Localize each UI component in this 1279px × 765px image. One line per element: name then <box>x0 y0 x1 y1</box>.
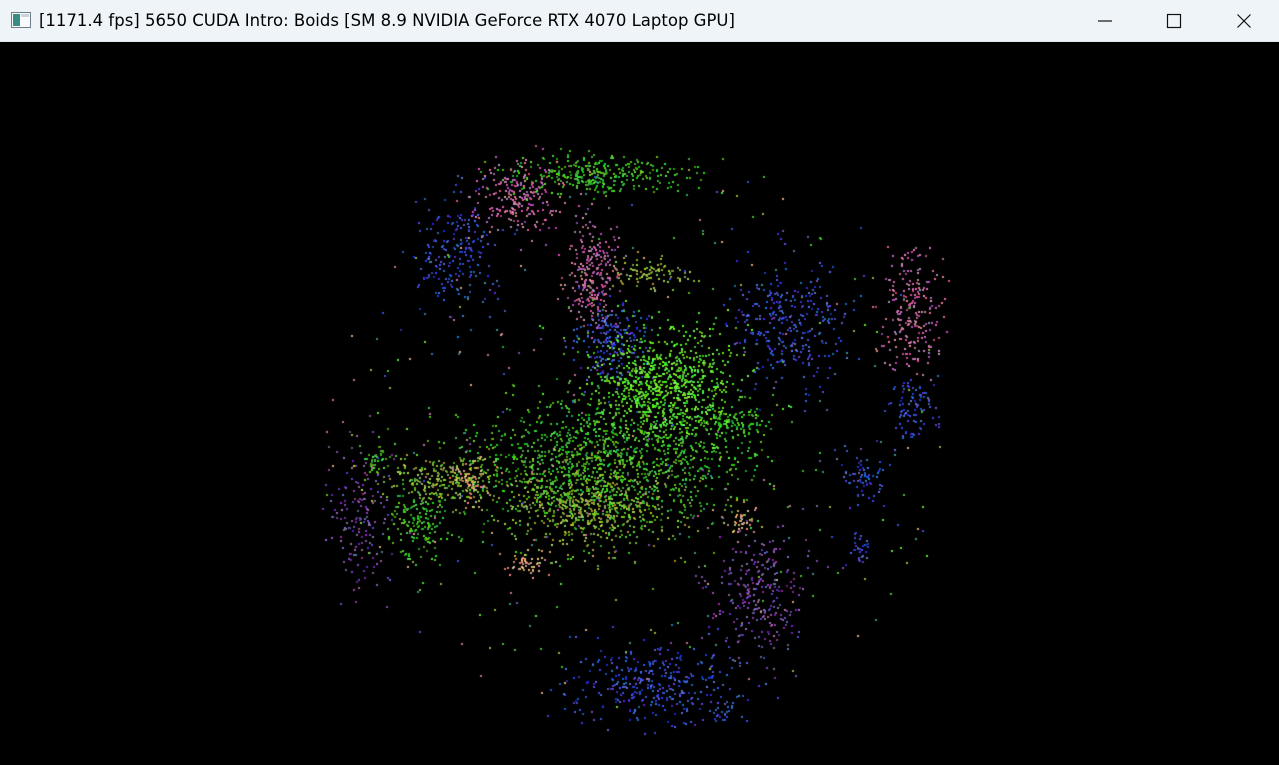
close-button[interactable] <box>1209 0 1279 42</box>
close-icon <box>1237 14 1251 28</box>
maximize-icon <box>1166 13 1182 29</box>
maximize-button[interactable] <box>1139 0 1209 42</box>
minimize-icon <box>1098 20 1112 22</box>
boids-viewport[interactable] <box>0 43 1279 765</box>
boids-canvas[interactable] <box>0 43 1279 765</box>
title-bar[interactable]: [1171.4 fps] 5650 CUDA Intro: Boids [SM … <box>0 0 1279 42</box>
minimize-button[interactable] <box>1070 0 1140 42</box>
window-title: [1171.4 fps] 5650 CUDA Intro: Boids [SM … <box>39 11 735 30</box>
app-window-icon <box>11 12 31 28</box>
app-window: [1171.4 fps] 5650 CUDA Intro: Boids [SM … <box>0 0 1279 765</box>
